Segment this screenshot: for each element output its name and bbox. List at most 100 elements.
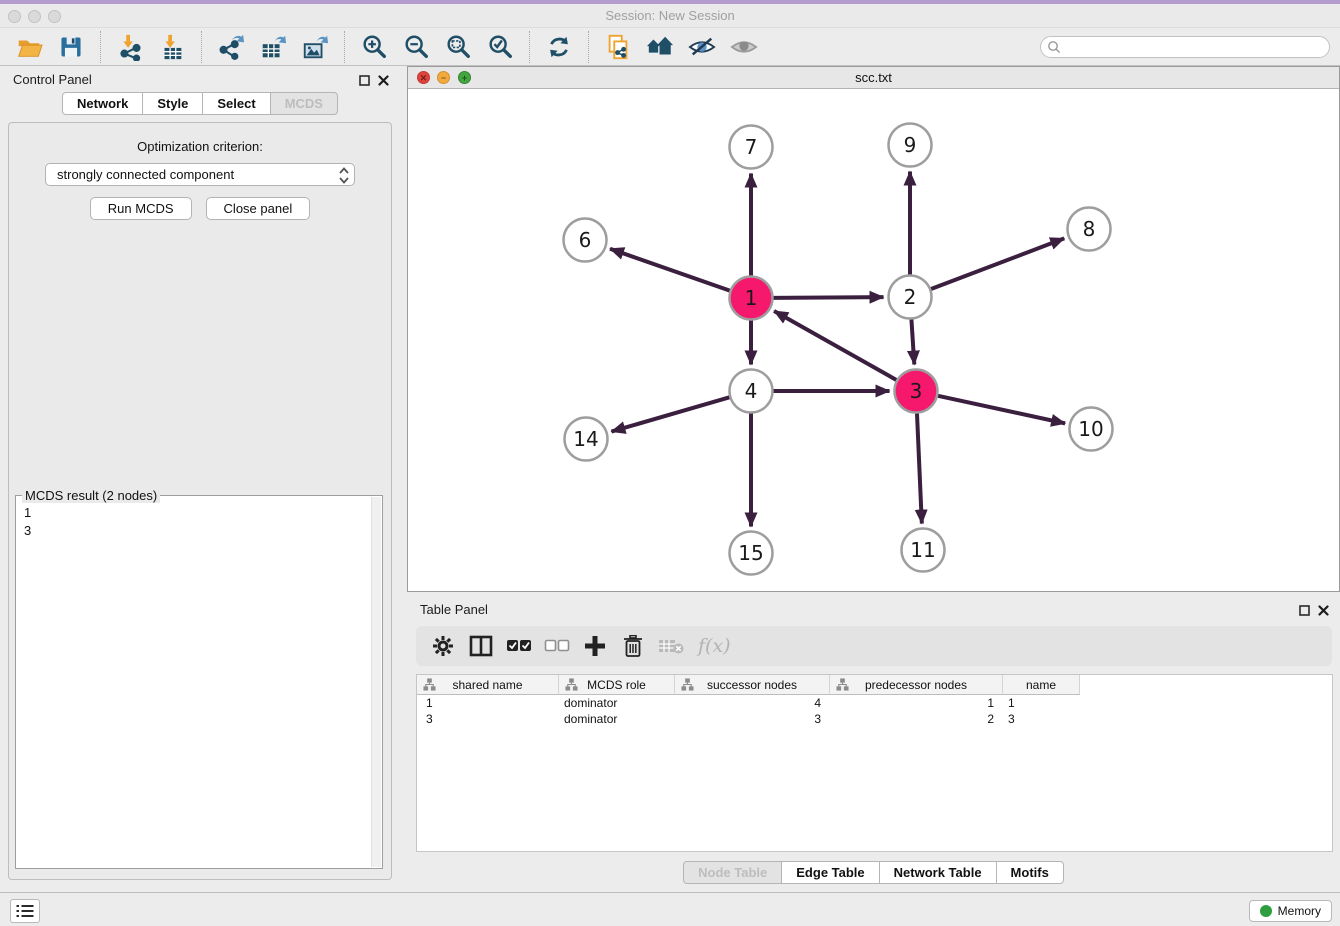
column-type-icon (565, 678, 578, 694)
float-panel-icon[interactable] (359, 73, 370, 91)
main-toolbar (0, 28, 1340, 66)
column-header-shared-name[interactable]: shared name (417, 675, 559, 695)
table-cell[interactable]: 1 (1003, 695, 1080, 711)
graph-node-14[interactable]: 14 (565, 418, 608, 461)
zoom-in-icon[interactable] (359, 32, 389, 62)
table-cell[interactable]: 3 (1003, 711, 1080, 727)
graph-node-6[interactable]: 6 (564, 219, 607, 262)
svg-text:7: 7 (745, 135, 758, 159)
optimization-dropdown[interactable]: strongly connected component (45, 163, 355, 186)
graph-node-8[interactable]: 8 (1068, 208, 1111, 251)
table-tab-node-table[interactable]: Node Table (683, 861, 782, 884)
gear-icon[interactable] (430, 633, 456, 659)
refresh-icon[interactable] (544, 32, 574, 62)
zoom-selected-icon[interactable] (485, 32, 515, 62)
column-header-mcds-role[interactable]: MCDS role (559, 675, 675, 695)
float-table-panel-icon[interactable] (1299, 603, 1310, 621)
tab-mcds[interactable]: MCDS (270, 92, 338, 115)
table-body: 1dominator4113dominator323 (417, 695, 1332, 727)
table-cell[interactable]: 1 (417, 695, 559, 711)
network-window-titlebar[interactable]: ✕ − + scc.txt (408, 67, 1339, 89)
list-icon (16, 904, 34, 918)
graph-node-10[interactable]: 10 (1070, 408, 1113, 451)
mcds-panel: Optimization criterion: strongly connect… (8, 122, 392, 880)
graph-edge-2-3[interactable] (911, 319, 914, 364)
graph-node-2[interactable]: 2 (889, 276, 932, 319)
save-session-icon[interactable] (56, 32, 86, 62)
graph-edge-1-2[interactable] (773, 297, 883, 298)
deselect-all-icon[interactable] (544, 633, 570, 659)
network-view-window: ✕ − + scc.txt 7 9 6 8 1 2 4 3 14 10 15 11 (407, 66, 1340, 592)
graph-edge-2-8[interactable] (931, 238, 1064, 289)
run-mcds-button[interactable]: Run MCDS (90, 197, 192, 220)
table-cell[interactable]: dominator (559, 695, 675, 711)
titlebar: Session: New Session (0, 4, 1340, 28)
graph-edge-3-11[interactable] (917, 413, 922, 523)
columns-icon[interactable] (468, 633, 494, 659)
zoom-out-icon[interactable] (401, 32, 431, 62)
graph-node-1[interactable]: 1 (730, 277, 773, 320)
delete-icon[interactable] (620, 633, 646, 659)
graph-node-3[interactable]: 3 (895, 370, 938, 413)
optimization-label: Optimization criterion: (9, 139, 391, 154)
export-table-icon[interactable] (258, 32, 288, 62)
svg-text:15: 15 (738, 541, 763, 565)
graph-edge-3-10[interactable] (938, 396, 1065, 424)
open-session-icon[interactable] (14, 32, 44, 62)
graph-node-15[interactable]: 15 (730, 532, 773, 575)
graph-node-11[interactable]: 11 (902, 529, 945, 572)
graph-node-9[interactable]: 9 (889, 124, 932, 167)
table-tab-network-table[interactable]: Network Table (879, 861, 997, 884)
column-header-successor-nodes[interactable]: successor nodes (675, 675, 830, 695)
table-row[interactable]: 1dominator411 (417, 695, 1332, 711)
memory-label: Memory (1278, 904, 1321, 918)
hide-selected-icon[interactable] (687, 32, 717, 62)
control-panel-tabs: NetworkStyleSelectMCDS (0, 92, 400, 115)
close-table-panel-icon[interactable] (1318, 603, 1329, 621)
close-panel-button[interactable]: Close panel (206, 197, 311, 220)
table-cell[interactable]: 2 (830, 711, 1003, 727)
first-neighbors-icon[interactable] (645, 32, 675, 62)
select-all-icon[interactable] (506, 633, 532, 659)
search-input[interactable] (1040, 36, 1330, 58)
column-type-icon (423, 678, 436, 694)
toolbar-separator (201, 31, 202, 63)
tab-style[interactable]: Style (142, 92, 203, 115)
table-cell[interactable]: 3 (675, 711, 830, 727)
close-panel-icon[interactable] (378, 73, 389, 91)
result-item: 3 (24, 522, 382, 540)
import-network-icon[interactable] (115, 32, 145, 62)
table-tab-motifs[interactable]: Motifs (996, 861, 1064, 884)
column-header-predecessor-nodes[interactable]: predecessor nodes (830, 675, 1003, 695)
import-table-icon[interactable] (157, 32, 187, 62)
zoom-fit-icon[interactable] (443, 32, 473, 62)
tab-select[interactable]: Select (202, 92, 270, 115)
graph-edge-1-6[interactable] (610, 249, 730, 291)
new-network-from-selection-icon[interactable] (603, 32, 633, 62)
task-history-button[interactable] (10, 899, 40, 923)
graph-node-4[interactable]: 4 (730, 370, 773, 413)
table-cell[interactable]: dominator (559, 711, 675, 727)
table-cell[interactable]: 1 (830, 695, 1003, 711)
table-row[interactable]: 3dominator323 (417, 711, 1332, 727)
column-type-icon (681, 678, 694, 694)
graph-edge-3-1[interactable] (774, 311, 896, 380)
graph-edge-4-14[interactable] (611, 397, 729, 431)
column-header-name[interactable]: name (1003, 675, 1080, 695)
svg-text:14: 14 (573, 427, 598, 451)
export-image-icon[interactable] (300, 32, 330, 62)
memory-button[interactable]: Memory (1249, 900, 1332, 922)
network-canvas[interactable]: 7 9 6 8 1 2 4 3 14 10 15 11 (408, 89, 1339, 592)
tab-network[interactable]: Network (62, 92, 143, 115)
graph-node-7[interactable]: 7 (730, 126, 773, 169)
memory-status-icon (1260, 905, 1272, 917)
add-icon[interactable] (582, 633, 608, 659)
result-scrollbar[interactable] (371, 497, 381, 867)
table-cell[interactable]: 3 (417, 711, 559, 727)
dropdown-stepper-icon (338, 166, 350, 191)
show-all-icon[interactable] (729, 32, 759, 62)
table-tab-edge-table[interactable]: Edge Table (781, 861, 879, 884)
table-cell[interactable]: 4 (675, 695, 830, 711)
result-item: 1 (24, 504, 382, 522)
export-network-icon[interactable] (216, 32, 246, 62)
